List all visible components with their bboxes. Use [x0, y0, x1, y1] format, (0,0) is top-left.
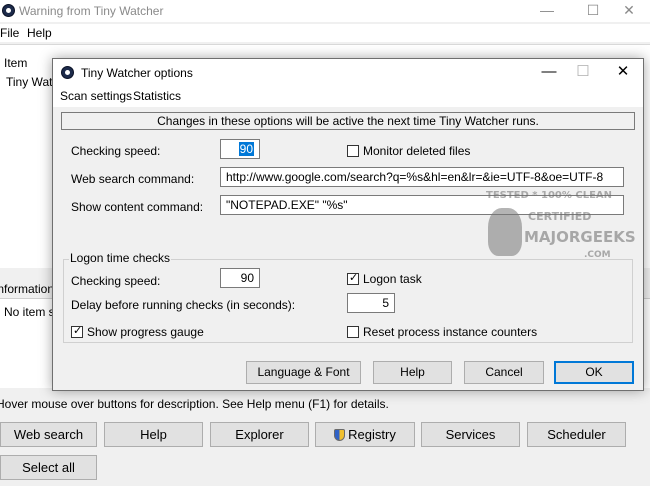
watermark-line3: MAJORGEEKS: [524, 228, 636, 246]
show-content-command-label: Show content command:: [71, 200, 204, 214]
checkbox-checked-icon: [347, 271, 359, 285]
show-progress-gauge-checkbox[interactable]: Show progress gauge: [71, 324, 204, 339]
logon-checking-speed-label: Checking speed:: [71, 274, 161, 288]
dialog-help-button[interactable]: Help: [373, 361, 452, 384]
language-font-button[interactable]: Language & Font: [246, 361, 361, 384]
ok-button[interactable]: OK: [554, 361, 634, 384]
watermark-line4: .COM: [584, 250, 611, 260]
monitor-deleted-checkbox[interactable]: Monitor deleted files: [347, 144, 470, 158]
delay-label: Delay before running checks (in seconds)…: [71, 298, 296, 312]
column-item[interactable]: Item: [4, 56, 27, 70]
notice-banner: Changes in these options will be active …: [61, 112, 635, 130]
dialog-title: Tiny Watcher options: [81, 66, 193, 80]
shield-icon: [334, 429, 346, 441]
delay-field[interactable]: 5: [347, 293, 395, 313]
menu-statistics[interactable]: Statistics: [133, 89, 181, 103]
monitor-deleted-label: Monitor deleted files: [363, 144, 471, 158]
checkbox-unchecked-icon: [347, 326, 359, 338]
checkbox-checked-icon: [71, 324, 83, 338]
watermark-line1: TESTED * 100% CLEAN: [486, 190, 613, 201]
checking-speed-field[interactable]: 90: [220, 139, 260, 159]
close-icon[interactable]: ✕: [606, 0, 650, 22]
info-header: Information: [0, 279, 56, 297]
checking-speed-label: Checking speed:: [71, 144, 161, 158]
logon-task-checkbox[interactable]: Logon task: [347, 271, 422, 286]
mascot-icon: [488, 208, 522, 256]
dialog-menubar: Scan settings Statistics: [53, 87, 643, 107]
menu-scan-settings[interactable]: Scan settings: [60, 89, 132, 103]
tiny-watcher-app-icon: [61, 66, 74, 79]
logon-task-label: Logon task: [363, 272, 422, 286]
logon-checking-speed-field[interactable]: 90: [220, 268, 260, 288]
registry-label: Registry: [348, 427, 396, 442]
watermark-line2: CERTIFIED: [528, 210, 592, 223]
registry-button[interactable]: Registry: [315, 422, 415, 447]
menu-file[interactable]: File: [0, 26, 19, 40]
logon-time-checks-title: Logon time checks: [69, 251, 172, 265]
scheduler-button[interactable]: Scheduler: [527, 422, 626, 447]
majorgeeks-watermark: TESTED * 100% CLEAN CERTIFIED MAJORGEEKS…: [484, 190, 636, 272]
status-text: Hover mouse over buttons for description…: [0, 397, 389, 411]
tiny-watcher-app-icon: [2, 4, 15, 17]
maximize-icon: ☐: [576, 63, 590, 80]
main-titlebar: Warning from Tiny Watcher — ☐ ✕: [0, 0, 650, 22]
select-all-button[interactable]: Select all: [0, 455, 97, 480]
menu-help[interactable]: Help: [27, 26, 52, 40]
services-button[interactable]: Services: [421, 422, 520, 447]
close-icon[interactable]: ✕: [603, 61, 643, 85]
web-search-command-label: Web search command:: [71, 172, 195, 186]
web-search-button[interactable]: Web search: [0, 422, 97, 447]
reset-counters-checkbox[interactable]: Reset process instance counters: [347, 325, 537, 339]
explorer-button[interactable]: Explorer: [210, 422, 309, 447]
checking-speed-value: 90: [238, 142, 254, 156]
info-text: No item s: [4, 305, 55, 319]
info-header-label: Information: [0, 282, 55, 296]
show-progress-gauge-label: Show progress gauge: [87, 325, 204, 339]
dialog-titlebar: Tiny Watcher options — ☐ ✕: [53, 59, 643, 87]
checkbox-unchecked-icon: [347, 145, 359, 157]
minimize-icon[interactable]: —: [524, 0, 570, 22]
help-button[interactable]: Help: [104, 422, 203, 447]
web-search-command-input[interactable]: http://www.google.com/search?q=%s&hl=en&…: [220, 167, 624, 187]
cancel-button[interactable]: Cancel: [464, 361, 544, 384]
main-window-title: Warning from Tiny Watcher: [19, 4, 164, 18]
reset-counters-label: Reset process instance counters: [363, 325, 538, 339]
main-menubar: File Help: [0, 24, 650, 42]
